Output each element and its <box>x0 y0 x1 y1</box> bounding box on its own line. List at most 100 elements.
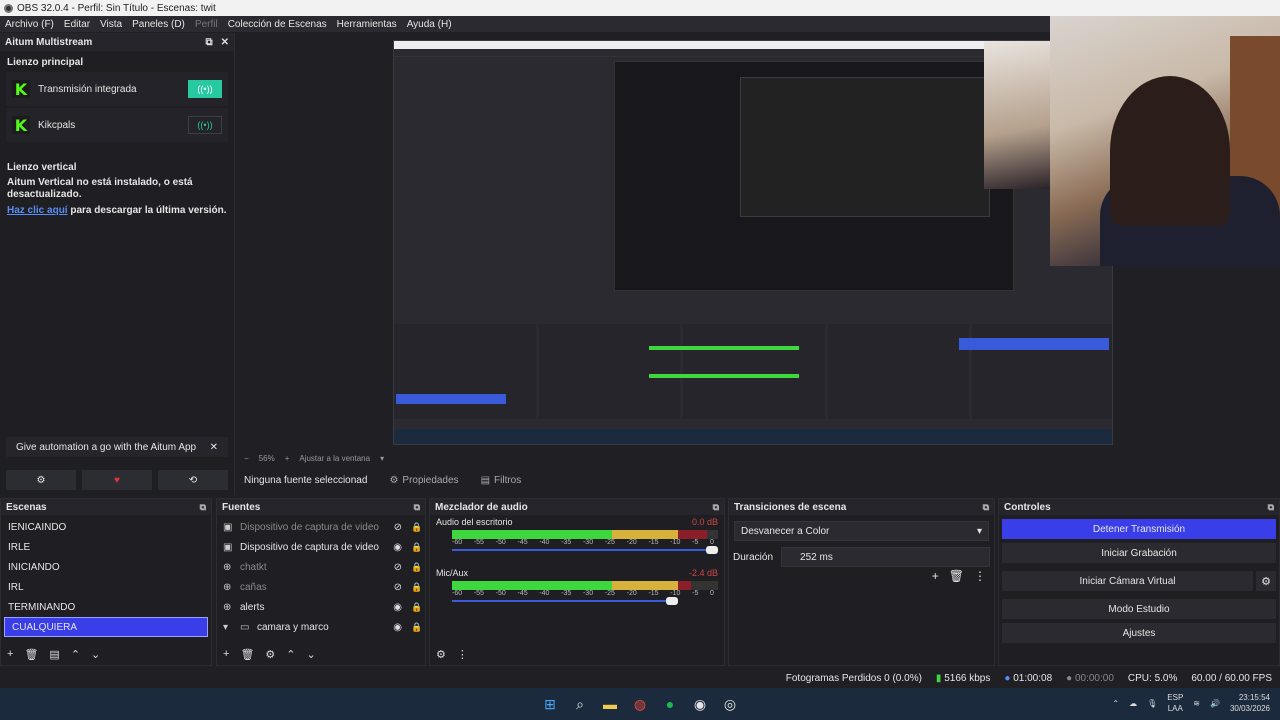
transition-select[interactable]: Desvanecer a Color ▾ <box>734 521 989 541</box>
zoom-out-button[interactable]: − <box>244 454 249 463</box>
scene-item[interactable]: IRLE <box>1 537 211 557</box>
volume-slider[interactable] <box>452 546 718 554</box>
trash-icon[interactable]: 🗑 <box>24 648 38 661</box>
properties-button[interactable]: ⚙ Propiedades <box>389 475 458 486</box>
mic-icon[interactable]: 🎙 <box>1147 699 1157 708</box>
donate-button[interactable]: ♥ <box>82 470 152 490</box>
obs-icon[interactable]: ◉ <box>690 694 710 714</box>
chrome-icon[interactable]: ◍ <box>630 694 650 714</box>
undock-icon[interactable]: ⧉ <box>200 502 206 513</box>
close-icon[interactable]: ✕ <box>221 37 229 48</box>
eye-off-icon[interactable]: ⊘ <box>394 582 402 593</box>
preview-canvas[interactable] <box>236 16 1280 451</box>
lock-icon[interactable]: 🔒 <box>409 542 425 553</box>
chevron-down-icon[interactable]: ▾ <box>223 622 233 633</box>
settings-button[interactable]: ⚙ <box>6 470 76 490</box>
settings-button[interactable]: Ajustes <box>1002 623 1276 643</box>
scene-item[interactable]: IENICAINDO <box>1 517 211 537</box>
menu-herramientas[interactable]: Herramientas <box>332 19 402 30</box>
refresh-button[interactable]: ⟲ <box>158 470 228 490</box>
fit-window-button[interactable]: Ajustar a la ventana <box>299 454 370 463</box>
lock-icon[interactable]: 🔒 <box>409 582 425 593</box>
trash-icon[interactable]: 🗑 <box>240 648 254 661</box>
chevron-up-icon[interactable]: ⌃ <box>71 648 80 661</box>
lock-icon[interactable]: 🔒 <box>409 562 425 573</box>
language-indicator[interactable]: ESP LAA <box>1167 692 1183 714</box>
lock-icon[interactable]: 🔒 <box>409 522 425 533</box>
record-time: ● 00:00:00 <box>1066 672 1114 684</box>
chevron-down-icon[interactable]: ⌄ <box>307 648 316 661</box>
menu-editar[interactable]: Editar <box>59 19 95 30</box>
scene-item[interactable]: IRL <box>1 577 211 597</box>
source-item[interactable]: ▣ Dispositivo de captura de video ⊘ 🔒 <box>217 517 425 537</box>
chevron-down-icon[interactable]: ⌄ <box>91 648 100 661</box>
gear-icon[interactable]: ⚙ <box>1256 571 1276 591</box>
scene-item-selected[interactable]: CUALQUIERA <box>4 617 208 637</box>
studio-mode-button[interactable]: Modo Estudio <box>1002 599 1276 619</box>
advanced-audio-icon[interactable]: ⚙ <box>436 648 446 661</box>
eye-icon[interactable]: ◉ <box>393 602 402 613</box>
undock-icon[interactable]: ⧉ <box>713 502 719 513</box>
network-icon[interactable]: ☁ <box>1129 699 1137 708</box>
source-item[interactable]: ⊕ cañas ⊘ 🔒 <box>217 577 425 597</box>
zoom-bar: − 56% + Ajustar a la ventana ▾ <box>236 451 416 465</box>
source-item[interactable]: ⊕ alerts ◉ 🔒 <box>217 597 425 617</box>
add-icon[interactable]: + <box>7 648 13 660</box>
source-group[interactable]: ▾ ▭ camara y marco ◉ 🔒 <box>217 617 425 637</box>
obs-icon[interactable]: ◎ <box>720 694 740 714</box>
lock-icon[interactable]: 🔒 <box>409 622 425 633</box>
menu-archivo[interactable]: Archivo (F) <box>0 19 59 30</box>
menu-paneles[interactable]: Paneles (D) <box>127 19 190 30</box>
undock-icon[interactable]: ⧉ <box>1268 502 1274 513</box>
file-explorer-icon[interactable]: ▬ <box>600 694 620 714</box>
search-icon[interactable]: ⌕ <box>570 694 590 714</box>
undock-icon[interactable]: ⧉ <box>205 37 212 48</box>
chevron-down-icon[interactable]: ▾ <box>380 454 384 463</box>
trash-icon[interactable]: 🗑 <box>949 569 964 583</box>
menu-coleccion-escenas[interactable]: Colección de Escenas <box>223 19 332 30</box>
add-icon[interactable]: + <box>932 569 939 583</box>
mixer-toolbar: ⚙ ⋮ <box>430 643 724 665</box>
menu-dots-icon[interactable]: ⋮ <box>974 569 986 583</box>
filters-button[interactable]: ▤ Filtros <box>481 475 522 486</box>
undock-icon[interactable]: ⧉ <box>414 502 420 513</box>
close-icon[interactable]: ✕ <box>210 442 218 453</box>
menu-ayuda[interactable]: Ayuda (H) <box>402 19 457 30</box>
wifi-icon[interactable]: ≋ <box>1193 699 1200 708</box>
stop-stream-button[interactable]: Detener Transmisión <box>1002 519 1276 539</box>
scene-item[interactable]: TERMINANDO <box>1 597 211 617</box>
stream-toggle-button[interactable]: ((•)) <box>188 116 222 134</box>
filter-icon[interactable]: ▤ <box>49 648 59 661</box>
gear-icon[interactable]: ⚙ <box>265 648 275 661</box>
eye-icon[interactable]: ◉ <box>393 542 402 553</box>
eye-icon[interactable]: ◉ <box>393 622 402 633</box>
source-item[interactable]: ⊕ chatkt ⊘ 🔒 <box>217 557 425 577</box>
chevron-up-icon[interactable]: ⌃ <box>286 648 295 661</box>
lock-icon[interactable]: 🔒 <box>409 602 425 613</box>
stream-toggle-button[interactable]: ((•)) <box>188 80 222 98</box>
eye-off-icon[interactable]: ⊘ <box>394 522 402 533</box>
undock-icon[interactable]: ⧉ <box>983 502 989 513</box>
source-item[interactable]: ▣ Dispositivo de captura de video ◉ 🔒 <box>217 537 425 557</box>
scene-item[interactable]: INICIANDO <box>1 557 211 577</box>
duration-spinbox[interactable]: 252 ms <box>781 547 990 567</box>
menu-perfil[interactable]: Perfil <box>190 19 223 30</box>
menu-dots-icon[interactable]: ⋮ <box>457 648 468 661</box>
volume-slider[interactable] <box>452 597 718 605</box>
chevron-up-icon[interactable]: ⌃ <box>1112 699 1119 708</box>
zoom-level: 56% <box>258 453 275 463</box>
vertical-canvas-heading: Lienzo vertical <box>7 162 77 173</box>
start-recording-button[interactable]: Iniciar Grabación <box>1002 543 1276 563</box>
windows-start-icon[interactable]: ⊞ <box>540 694 560 714</box>
clock[interactable]: 23:15:54 30/03/2026 <box>1230 692 1270 714</box>
scenes-dock: Escenas ⧉ IENICAINDO IRLE INICIANDO IRL T… <box>0 498 212 666</box>
start-virtual-camera-button[interactable]: Iniciar Cámara Virtual <box>1002 571 1253 591</box>
speaker-icon[interactable]: 🔊 <box>1210 699 1220 708</box>
menu-vista[interactable]: Vista <box>95 19 127 30</box>
zoom-in-button[interactable]: + <box>285 454 290 463</box>
meter-tick-label: -30 <box>582 539 594 546</box>
add-icon[interactable]: + <box>223 648 229 660</box>
eye-off-icon[interactable]: ⊘ <box>394 562 402 573</box>
download-link[interactable]: Haz clic aquí <box>7 205 68 216</box>
spotify-icon[interactable]: ● <box>660 694 680 714</box>
